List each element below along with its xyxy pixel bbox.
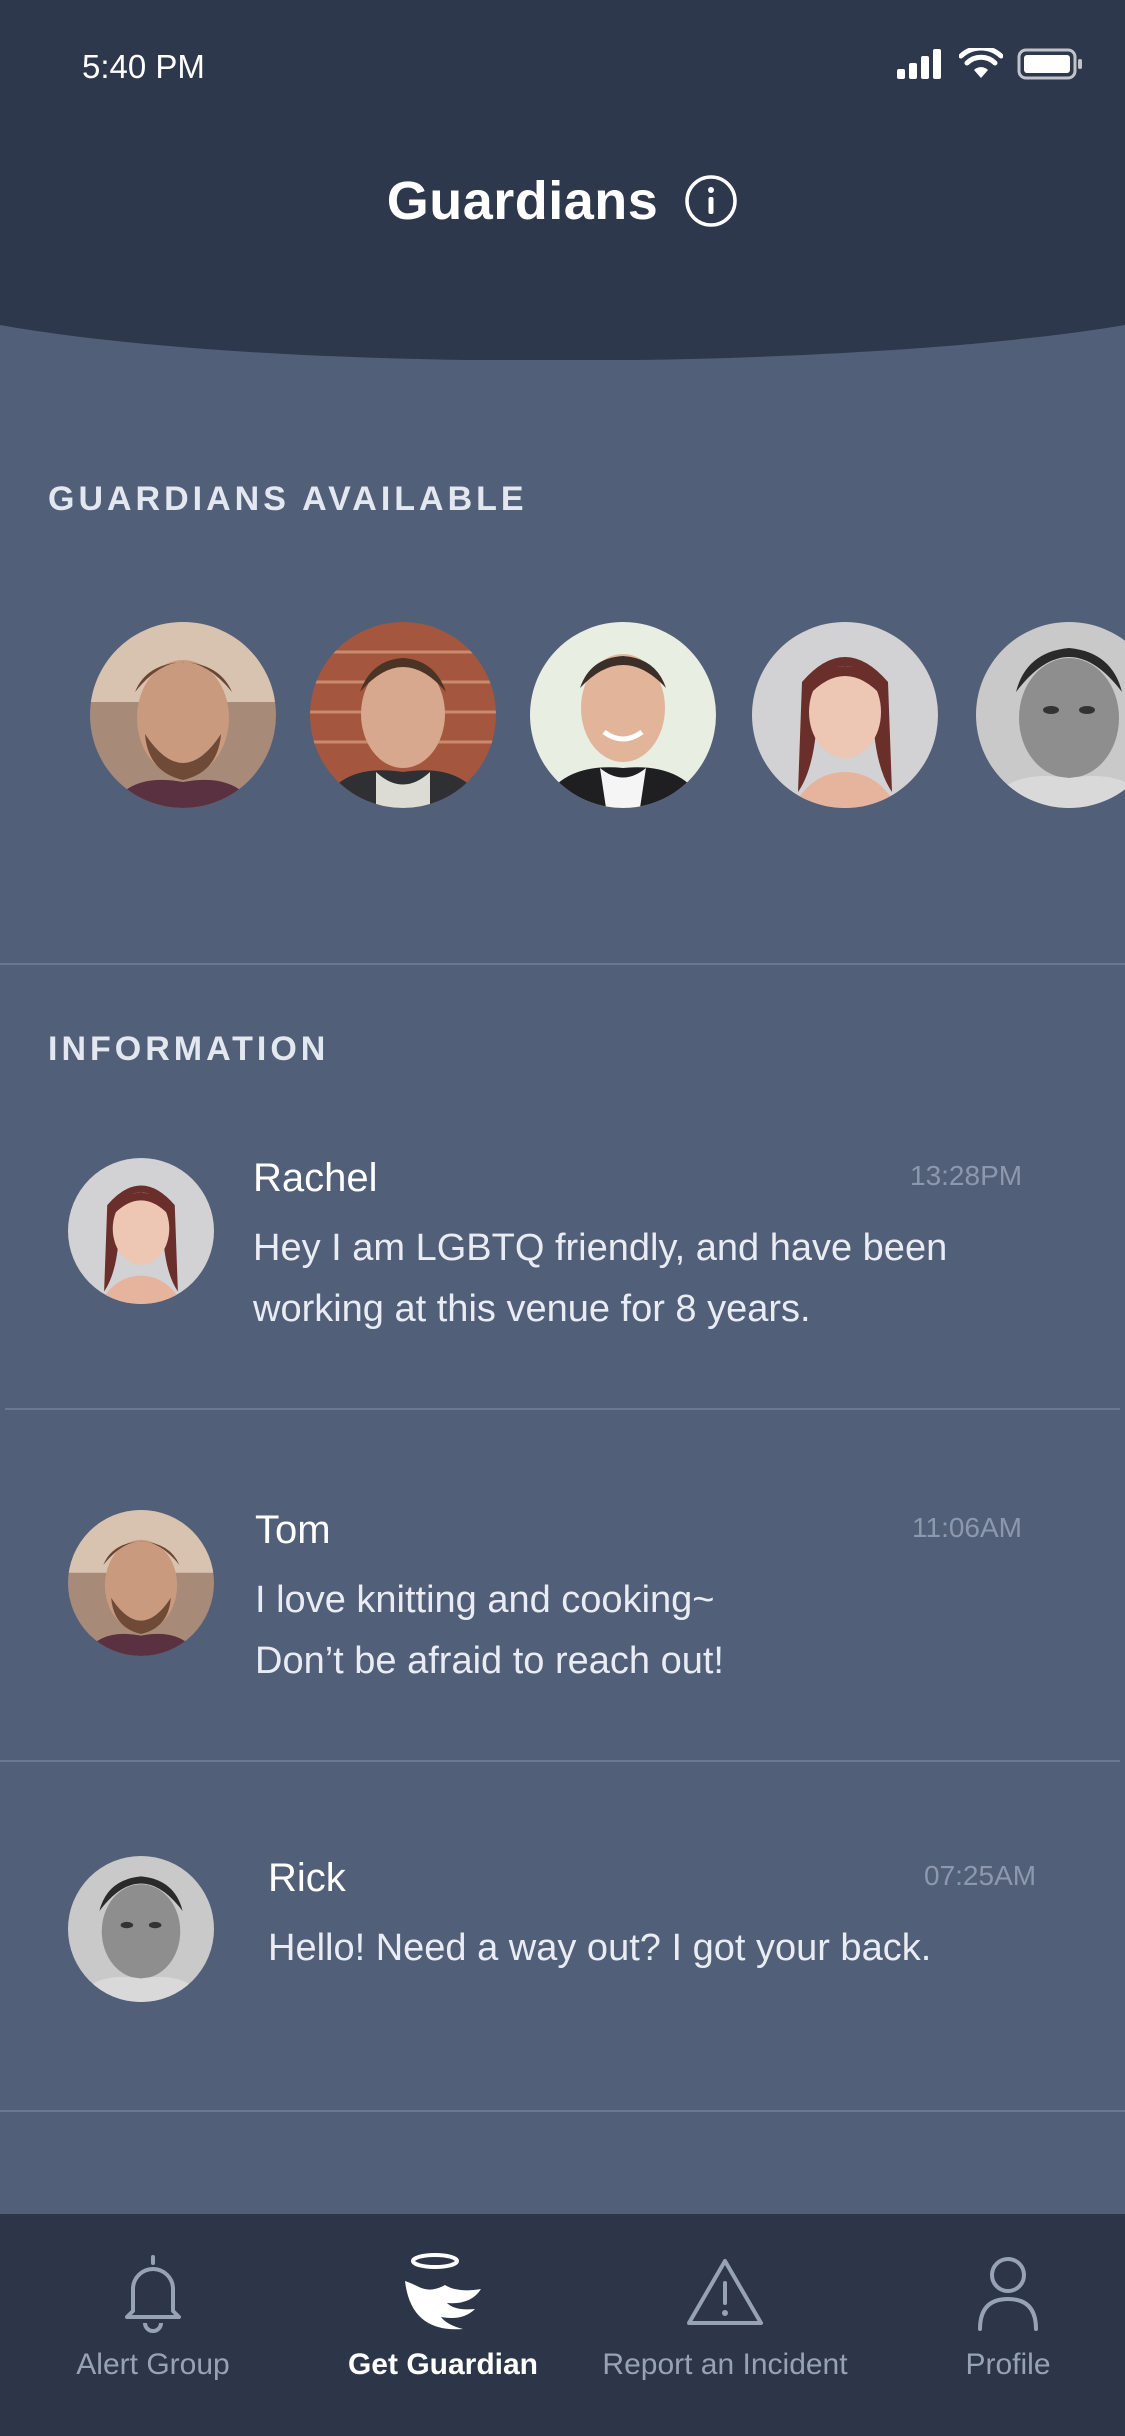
avatar-photo — [310, 622, 496, 808]
avatar-photo — [752, 622, 938, 808]
guardian-avatar-tom[interactable] — [90, 622, 276, 808]
divider — [0, 1760, 1120, 1762]
battery-icon — [1017, 48, 1082, 80]
tab-label: Alert Group — [76, 2348, 230, 2381]
warning-icon — [685, 2248, 765, 2338]
avatar-photo — [530, 622, 716, 808]
divider — [0, 963, 1125, 965]
tab-get-guardian[interactable]: Get Guardian — [338, 2214, 548, 2436]
avatar-photo — [68, 1510, 214, 1656]
tab-label: Report an Incident — [602, 2348, 848, 2381]
message-line: I love knitting and cooking~ — [255, 1579, 715, 1621]
guardians-available-row[interactable] — [0, 622, 1125, 812]
tab-report-incident[interactable]: Report an Incident — [590, 2214, 860, 2436]
divider — [0, 2110, 1125, 2112]
bell-icon — [121, 2248, 185, 2338]
message-line: working at this venue for 8 years. — [253, 1288, 811, 1330]
avatar — [68, 1510, 214, 1656]
guardian-avatar-rachel[interactable] — [752, 622, 938, 808]
guardian-avatar-3[interactable] — [530, 622, 716, 808]
tab-bar: Alert Group Get Guardian Report an Incid… — [0, 2214, 1125, 2436]
guardian-avatar-2[interactable] — [310, 622, 496, 808]
message-sender: Rick — [268, 1856, 346, 1900]
person-icon — [976, 2248, 1040, 2338]
wifi-icon — [959, 48, 1003, 78]
avatar — [68, 1856, 214, 2002]
page-title: Guardians — [386, 171, 659, 231]
tab-label: Get Guardian — [347, 2348, 539, 2381]
status-icons — [897, 48, 1083, 80]
guardian-avatar-rick[interactable] — [976, 622, 1125, 808]
message-line: Hello! Need a way out? I got your back. — [268, 1927, 932, 1969]
tab-alert-group[interactable]: Alert Group — [60, 2214, 246, 2436]
message-time: 11:06AM — [912, 1512, 1022, 1543]
avatar-photo — [976, 622, 1125, 808]
divider — [5, 1408, 1120, 1410]
header-title-wrap: Guardians — [0, 170, 1125, 232]
message-time: 07:25AM — [924, 1860, 1037, 1891]
message-time: 13:28PM — [910, 1160, 1023, 1191]
section-label-available: GUARDIANS AVAILABLE — [48, 480, 528, 518]
message-text: Hey I am LGBTQ friendly, and have been w… — [253, 1218, 1013, 1340]
avatar — [68, 1158, 214, 1304]
message-item-tom[interactable]: Tom 11:06AM I love knitting and cooking~… — [0, 1500, 1125, 1760]
status-time: 5:40 PM — [82, 48, 205, 85]
message-sender: Rachel — [253, 1156, 378, 1200]
tab-profile[interactable]: Profile — [944, 2214, 1072, 2436]
message-item-rick[interactable]: Rick 07:25AM Hello! Need a way out? I go… — [0, 1848, 1125, 2048]
message-sender: Tom — [255, 1508, 331, 1552]
message-text: Hello! Need a way out? I got your back. — [268, 1918, 1028, 1979]
avatar-photo — [68, 1856, 214, 2002]
app-header: 5:40 PM Guardians — [0, 0, 1125, 360]
message-text: I love knitting and cooking~ Don’t be af… — [255, 1570, 1015, 1692]
avatar-photo — [90, 622, 276, 808]
avatar-photo — [68, 1158, 214, 1304]
info-icon[interactable] — [684, 174, 738, 228]
signal-icon — [897, 49, 941, 79]
tab-label: Profile — [965, 2348, 1051, 2381]
message-line: Don’t be afraid to reach out! — [255, 1640, 724, 1682]
angel-wing-icon — [401, 2248, 485, 2338]
message-item-rachel[interactable]: Rachel 13:28PM Hey I am LGBTQ friendly, … — [0, 1150, 1125, 1410]
message-line: Hey I am LGBTQ friendly, and have been — [253, 1227, 948, 1269]
section-label-information: INFORMATION — [48, 1030, 330, 1068]
